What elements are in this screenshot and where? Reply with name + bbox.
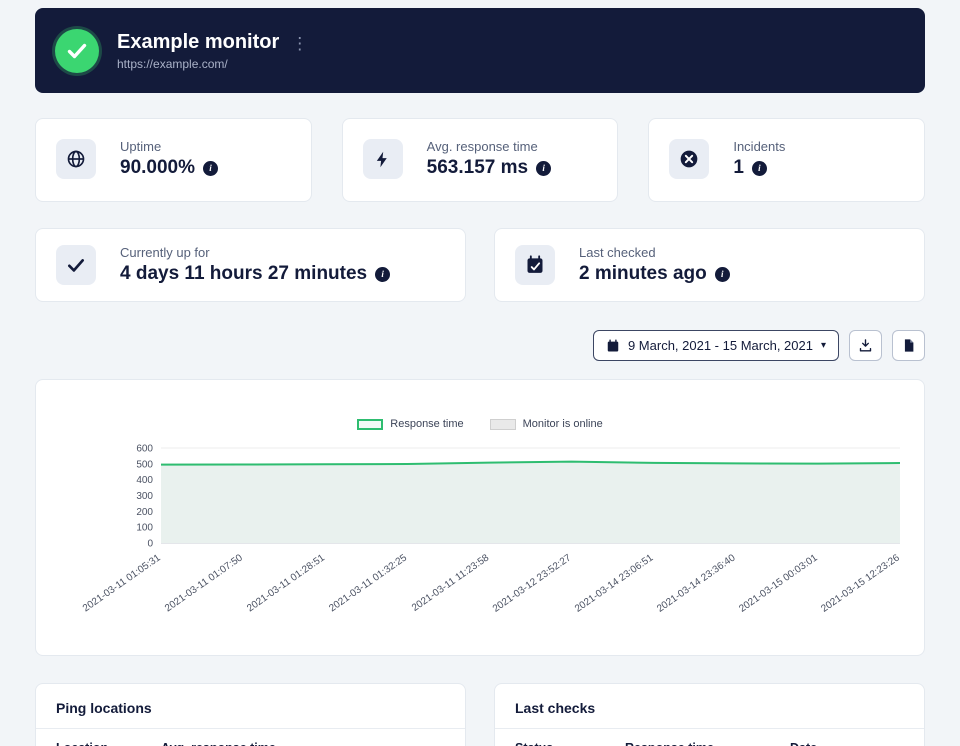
column-header: Status	[515, 741, 625, 746]
date-range-picker[interactable]: 9 March, 2021 - 15 March, 2021 ▾	[592, 330, 839, 361]
svg-text:400: 400	[136, 475, 153, 486]
svg-text:2021-03-11 11:23:58: 2021-03-11 11:23:58	[410, 552, 492, 614]
panel-title: Last checks	[515, 700, 596, 716]
incident-icon	[669, 139, 710, 179]
column-header: Response time	[625, 741, 790, 746]
calendar-check-icon	[515, 245, 555, 285]
stat-body: Uptime 90.000% i	[120, 139, 219, 179]
info-icon[interactable]: i	[375, 266, 391, 282]
kebab-menu-icon[interactable]: ⋮	[291, 35, 308, 52]
stat-value: 90.000%	[120, 157, 196, 178]
stat-body: Currently up for 4 days 11 hours 27 minu…	[120, 245, 391, 285]
legend-label: Monitor is online	[522, 418, 603, 430]
monitor-page: Example monitor https://example.com/ ⋮ U…	[0, 0, 960, 746]
column-header: Date	[790, 741, 904, 746]
monitor-online-swatch	[489, 418, 516, 430]
download-icon	[859, 339, 872, 352]
legend-monitor-online: Monitor is online	[489, 418, 603, 430]
info-icon[interactable]: i	[203, 160, 219, 176]
bolt-icon	[362, 139, 403, 179]
ping-locations-panel: Ping locations Location Avg. response ti…	[35, 683, 466, 746]
column-header: Avg. response time	[161, 741, 445, 746]
svg-text:100: 100	[136, 523, 153, 534]
chevron-down-icon: ▾	[820, 340, 826, 351]
svg-text:2021-03-11 01:05:31: 2021-03-11 01:05:31	[81, 552, 163, 614]
stat-label: Avg. response time	[426, 139, 538, 154]
bottom-panels: Ping locations Location Avg. response ti…	[35, 683, 925, 746]
legend-response-time: Response time	[357, 418, 464, 430]
stat-body: Incidents 1 i	[733, 139, 785, 179]
stats-row-1: Uptime 90.000% i Avg. response time 563.…	[35, 118, 926, 202]
pdf-file-icon	[904, 339, 913, 352]
stats-row-2: Currently up for 4 days 11 hours 27 minu…	[35, 228, 925, 302]
svg-text:2021-03-15 00:03:01: 2021-03-15 00:03:01	[737, 552, 820, 615]
ping-locations-header-row: Location Avg. response time	[36, 729, 465, 746]
stat-label: Uptime	[120, 139, 162, 154]
column-header: Location	[56, 741, 161, 746]
response-time-chart: 01002003004005006002021-03-11 01:05:31 20…	[81, 444, 902, 615]
monitor-header: Example monitor https://example.com/ ⋮	[35, 8, 925, 93]
svg-text:2021-03-11 01:28:51: 2021-03-11 01:28:51	[245, 552, 327, 614]
globe-icon	[56, 139, 96, 179]
report-toolbar: 9 March, 2021 - 15 March, 2021 ▾	[35, 330, 925, 361]
stat-card-avg-response: Avg. response time 563.157 ms i	[341, 118, 619, 202]
stat-label: Currently up for	[120, 245, 210, 260]
svg-text:2021-03-11 01:32:25: 2021-03-11 01:32:25	[327, 552, 409, 614]
stat-card-uptime: Uptime 90.000% i	[35, 118, 312, 202]
chart-legend: Response time Monitor is online	[56, 418, 904, 430]
calendar-icon	[606, 338, 620, 353]
svg-text:2021-03-15 12:23:26: 2021-03-15 12:23:26	[819, 552, 902, 615]
monitor-header-text: Example monitor https://example.com/	[117, 30, 279, 71]
monitor-up-status-icon	[55, 28, 99, 73]
svg-text:200: 200	[136, 507, 153, 518]
download-button[interactable]	[849, 330, 882, 361]
svg-text:2021-03-14 23:36:40: 2021-03-14 23:36:40	[655, 552, 738, 615]
response-time-chart-card: Response time Monitor is online 0 100 200 3…	[35, 379, 925, 656]
stat-card-currently-up: Currently up for 4 days 11 hours 27 minu…	[35, 228, 466, 302]
svg-text:2021-03-14 23:06:51: 2021-03-14 23:06:51	[573, 552, 656, 615]
stat-value: 2 minutes ago	[579, 263, 707, 284]
monitor-url: https://example.com/	[117, 57, 228, 71]
info-icon[interactable]: i	[536, 160, 552, 176]
stat-value: 563.157 ms	[426, 157, 529, 178]
svg-text:300: 300	[136, 491, 153, 502]
chart-area: 0 100 200 300 400 500 600 2021-03-11 01:05:31 20…	[56, 440, 904, 650]
stat-body: Avg. response time 563.157 ms i	[426, 139, 552, 179]
check-icon	[56, 245, 96, 285]
stat-value: 1	[733, 157, 744, 178]
panel-title: Ping locations	[56, 700, 152, 716]
svg-text:2021-03-11 01:07:50: 2021-03-11 01:07:50	[163, 552, 245, 614]
stat-label: Last checked	[579, 245, 656, 260]
svg-text:0: 0	[147, 539, 153, 550]
last-checks-header-row: Status Response time Date	[495, 729, 924, 746]
svg-text:500: 500	[136, 459, 153, 470]
last-checks-panel: Last checks Status Response time Date	[494, 683, 925, 746]
info-icon[interactable]: i	[714, 266, 730, 282]
stat-body: Last checked 2 minutes ago i	[579, 245, 730, 285]
response-time-swatch	[357, 418, 384, 430]
date-range-label: 9 March, 2021 - 15 March, 2021	[627, 338, 813, 353]
stat-card-incidents: Incidents 1 i	[648, 118, 926, 202]
svg-text:600: 600	[136, 444, 153, 455]
info-icon[interactable]: i	[751, 160, 767, 176]
monitor-title: Example monitor	[117, 31, 280, 53]
export-pdf-button[interactable]	[892, 330, 925, 361]
stat-value: 4 days 11 hours 27 minutes	[120, 263, 368, 284]
legend-label: Response time	[390, 418, 464, 430]
stat-label: Incidents	[733, 139, 786, 154]
stat-card-last-checked: Last checked 2 minutes ago i	[494, 228, 925, 302]
svg-text:2021-03-12 23:52:27: 2021-03-12 23:52:27	[491, 552, 574, 615]
